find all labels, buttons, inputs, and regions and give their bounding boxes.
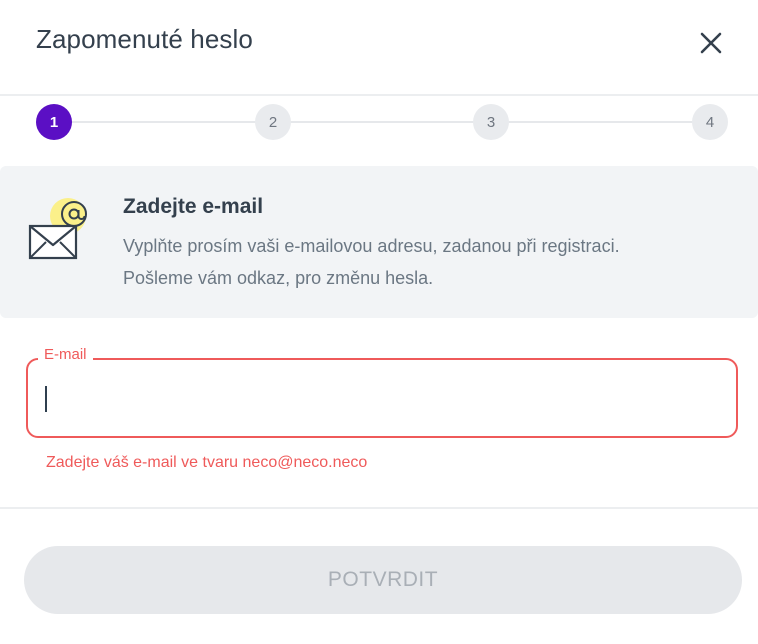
close-icon: [700, 32, 722, 54]
info-title: Zadejte e-mail: [123, 195, 264, 218]
dialog-title: Zapomenuté heslo: [36, 24, 253, 54]
text-caret: [45, 386, 47, 412]
stepper-line: [55, 121, 710, 123]
step-3[interactable]: 3: [473, 104, 509, 140]
step-1[interactable]: 1: [36, 104, 72, 140]
footer-divider: [0, 507, 758, 509]
email-field[interactable]: [26, 358, 738, 438]
stepper: 1 2 3 4: [0, 100, 758, 144]
info-text: Vyplňte prosím vaši e-mailovou adresu, z…: [123, 230, 743, 294]
submit-button[interactable]: POTVRDIT: [24, 546, 742, 614]
email-field-label: E-mail: [38, 346, 93, 363]
dialog-header: Zapomenuté heslo: [0, 0, 758, 94]
email-error-message: Zadejte váš e-mail ve tvaru neco@neco.ne…: [46, 454, 368, 471]
step-2[interactable]: 2: [255, 104, 291, 140]
close-button[interactable]: [694, 26, 728, 60]
header-divider: [0, 94, 758, 96]
step-4[interactable]: 4: [692, 104, 728, 140]
info-text-line-2: Pošleme vám odkaz, pro změnu hesla.: [123, 268, 434, 288]
email-envelope-icon: [28, 198, 87, 260]
info-text-line-1: Vyplňte prosím vaši e-mailovou adresu, z…: [123, 236, 620, 256]
